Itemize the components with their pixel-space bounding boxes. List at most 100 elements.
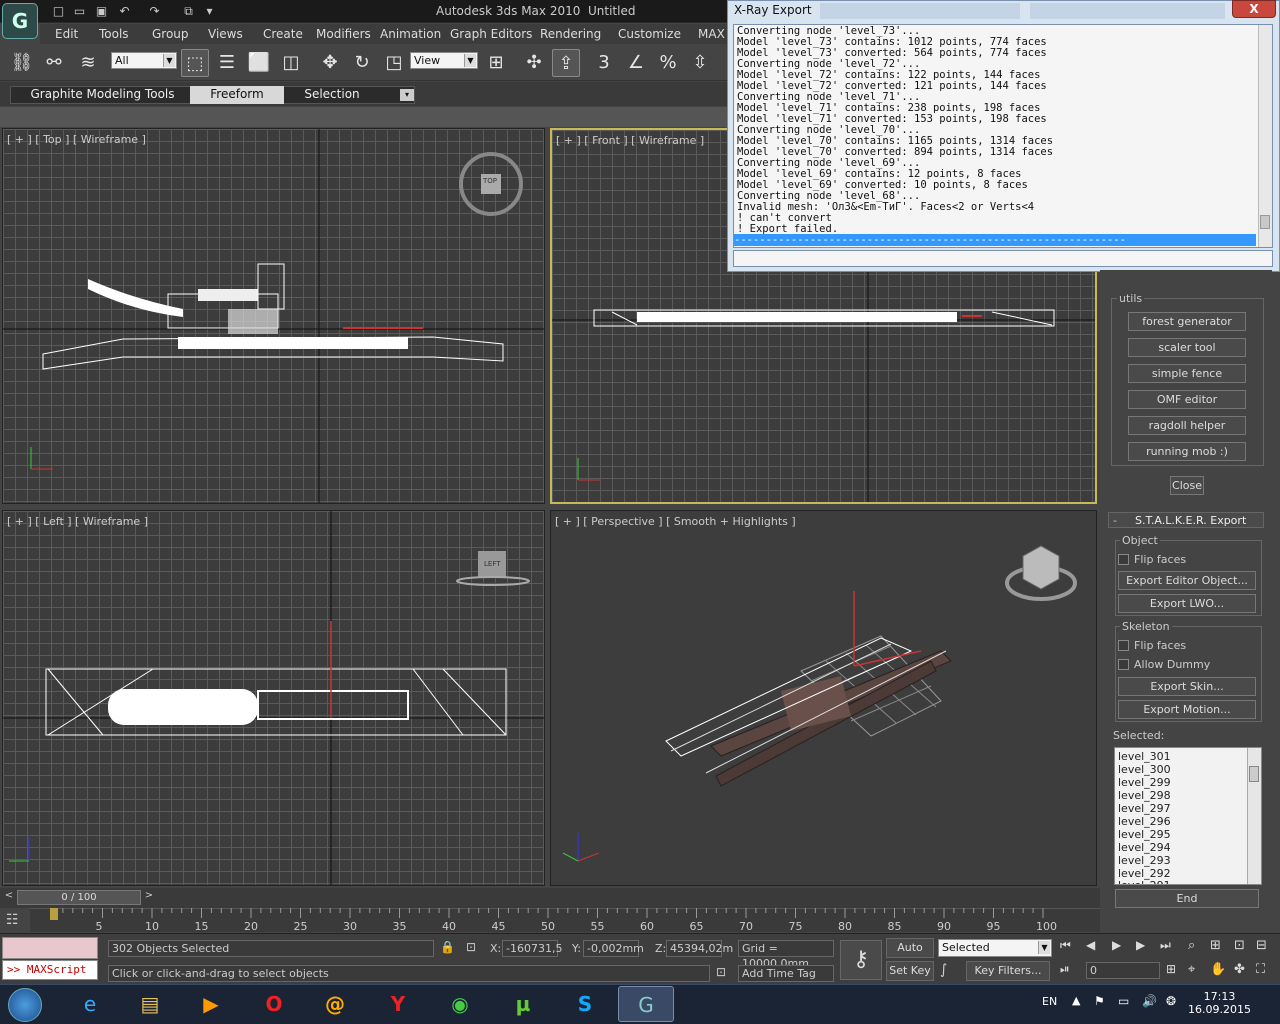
link-icon[interactable]: ⛓	[8, 49, 36, 77]
redo-icon[interactable]: ↷	[146, 3, 163, 19]
tab-freeform[interactable]: Freeform	[190, 86, 284, 104]
zoom-extents-icon[interactable]: ⊡	[1234, 938, 1252, 956]
skype-icon[interactable]: S	[557, 986, 613, 1022]
orbit-icon[interactable]: ✤	[1234, 962, 1252, 980]
file-explorer-icon[interactable]: ▤	[122, 986, 178, 1022]
tab-selection[interactable]: Selection	[290, 86, 374, 104]
menu-group[interactable]: Group	[152, 27, 189, 41]
mail-agent-icon[interactable]: @	[307, 986, 363, 1022]
rotate-icon[interactable]: ↻	[348, 49, 376, 77]
list-item[interactable]: level_291	[1118, 879, 1171, 884]
auto-key-button[interactable]: Auto Key	[886, 938, 934, 972]
export-motion-button[interactable]: Export Motion...	[1118, 700, 1256, 719]
rectangular-selection-icon[interactable]: ⬜	[245, 49, 273, 77]
keyboard-shortcut-override-icon[interactable]: ⇪	[552, 49, 580, 77]
previous-key-icon[interactable]: ◀	[1086, 938, 1106, 956]
track-bar-toggle-icon[interactable]: ☷	[6, 912, 32, 932]
quick-access-dropdown-icon[interactable]: ▾	[201, 3, 218, 19]
end-button[interactable]: End	[1115, 889, 1259, 908]
angle-snap-icon[interactable]: ∠	[622, 49, 650, 77]
select-by-name-icon[interactable]: ☰	[213, 49, 241, 77]
x-coord-field[interactable]: -160731,5	[502, 940, 562, 957]
new-file-icon[interactable]: □	[50, 3, 67, 19]
tray-app-icon[interactable]: ❂	[1166, 994, 1176, 1008]
menu-tools[interactable]: Tools	[99, 27, 129, 41]
pivot-center-icon[interactable]: ⊞	[482, 49, 510, 77]
bind-spacewarp-icon[interactable]: ≋	[74, 49, 102, 77]
menu-graph-editors[interactable]: Graph Editors	[450, 27, 532, 41]
skeleton-flip-faces-checkbox[interactable]	[1118, 640, 1129, 651]
add-time-tag-field[interactable]: Add Time Tag	[738, 965, 834, 982]
export-skin-button[interactable]: Export Skin...	[1118, 677, 1256, 696]
zoom-icon[interactable]: ⌕	[1188, 938, 1206, 956]
chrome-icon[interactable]: ◉	[432, 986, 488, 1022]
project-icon[interactable]: ⧉	[180, 3, 197, 19]
time-tag-icon[interactable]: ⊡	[716, 965, 732, 982]
show-hidden-icons-icon[interactable]: ▲	[1072, 994, 1080, 1007]
pan-view-icon[interactable]: ✋	[1210, 962, 1228, 980]
xray-log-scrollbar[interactable]	[1258, 25, 1272, 247]
zoom-extents-all-icon[interactable]: ⊟	[1256, 938, 1274, 956]
scaler-tool-button[interactable]: scaler tool	[1128, 338, 1246, 357]
key-mode-toggle-icon[interactable]: ⏯	[1060, 962, 1080, 980]
omf-editor-button[interactable]: OMF editor	[1128, 390, 1246, 409]
select-object-icon[interactable]: ⬚	[181, 49, 209, 77]
list-item[interactable]: level_295	[1118, 828, 1171, 841]
language-indicator[interactable]: EN	[1042, 995, 1057, 1008]
snaps-toggle-icon[interactable]: 3	[590, 49, 618, 77]
move-icon[interactable]: ✥	[316, 49, 344, 77]
log-line-selected[interactable]: ----------------------------------------…	[734, 234, 1256, 246]
rollout-collapse-icon[interactable]: -	[1113, 514, 1117, 527]
viewport-perspective[interactable]: [ + ] [ Perspective ] [ Smooth + Highlig…	[550, 510, 1097, 886]
viewport-left[interactable]: [ + ] [ Left ] [ Wireframe ] LEFT	[2, 510, 545, 886]
yandex-browser-icon[interactable]: Y	[370, 986, 426, 1022]
open-folder-icon[interactable]: ▭	[71, 3, 88, 19]
percent-snap-icon[interactable]: %	[654, 49, 682, 77]
xray-command-input[interactable]	[733, 250, 1273, 267]
menu-create[interactable]: Create	[263, 27, 303, 41]
maxscript-mini-listener[interactable]: >> MAXScript	[2, 960, 98, 980]
start-button-icon[interactable]	[8, 988, 42, 1022]
volume-icon[interactable]: 🔊	[1142, 994, 1157, 1008]
utils-close-button[interactable]: Close	[1170, 476, 1204, 495]
menu-maxscript[interactable]: MAX	[698, 27, 725, 41]
zoom-all-icon[interactable]: ⊞	[1210, 938, 1228, 956]
key-mode-dropdown[interactable]: Selected ▼	[938, 939, 1052, 957]
selection-filter-dropdown[interactable]: All ▼	[111, 52, 177, 69]
next-key-icon[interactable]: ▶	[1136, 938, 1156, 956]
z-coord-field[interactable]: 45394,02m	[666, 940, 733, 957]
maximize-viewport-icon[interactable]: ⛶	[1256, 962, 1274, 980]
list-item[interactable]: level_301	[1118, 750, 1171, 763]
selected-objects-list[interactable]: level_301 level_300 level_299 level_298 …	[1114, 747, 1262, 885]
menu-views[interactable]: Views	[208, 27, 243, 41]
select-manipulate-icon[interactable]: ✣	[520, 49, 548, 77]
opera-icon[interactable]: O	[246, 986, 302, 1022]
list-item[interactable]: level_299	[1118, 776, 1171, 789]
current-frame-field[interactable]: 0	[1086, 962, 1160, 979]
xray-log-scroll-thumb[interactable]	[1260, 215, 1270, 229]
maxscript-listener-top[interactable]	[2, 937, 98, 959]
3ds-max-taskbar-icon[interactable]: G	[618, 986, 674, 1022]
simple-fence-button[interactable]: simple fence	[1128, 364, 1246, 383]
viewcube-left-label[interactable]: LEFT	[484, 560, 501, 568]
go-to-start-icon[interactable]: ⏮	[1060, 938, 1080, 956]
running-mob-button[interactable]: running mob :)	[1128, 442, 1246, 461]
reference-coordinate-dropdown[interactable]: View ▼	[410, 52, 478, 69]
app-logo-icon[interactable]: G	[2, 3, 38, 39]
list-item[interactable]: level_300	[1118, 763, 1171, 776]
list-item[interactable]: level_296	[1118, 815, 1171, 828]
key-filters-button[interactable]: Key Filters...	[966, 961, 1050, 981]
list-item[interactable]: level_298	[1118, 789, 1171, 802]
list-item[interactable]: level_293	[1118, 854, 1171, 867]
list-item[interactable]: level_297	[1118, 802, 1171, 815]
ribbon-options-icon[interactable]: ▾	[400, 89, 414, 101]
viewport-top[interactable]: [ + ] [ Top ] [ Wireframe ] TOP	[2, 128, 545, 504]
lock-selection-icon[interactable]: 🔒	[440, 940, 456, 957]
play-icon[interactable]: ▶	[1112, 938, 1132, 956]
media-player-icon[interactable]: ▶	[183, 986, 239, 1022]
utorrent-icon[interactable]: µ	[495, 986, 551, 1022]
menu-edit[interactable]: Edit	[55, 27, 78, 41]
default-in-out-tangent-icon[interactable]: ∫	[940, 962, 962, 980]
absolute-mode-icon[interactable]: ⊡	[466, 940, 484, 957]
unlink-icon[interactable]: ⚯	[40, 49, 68, 77]
